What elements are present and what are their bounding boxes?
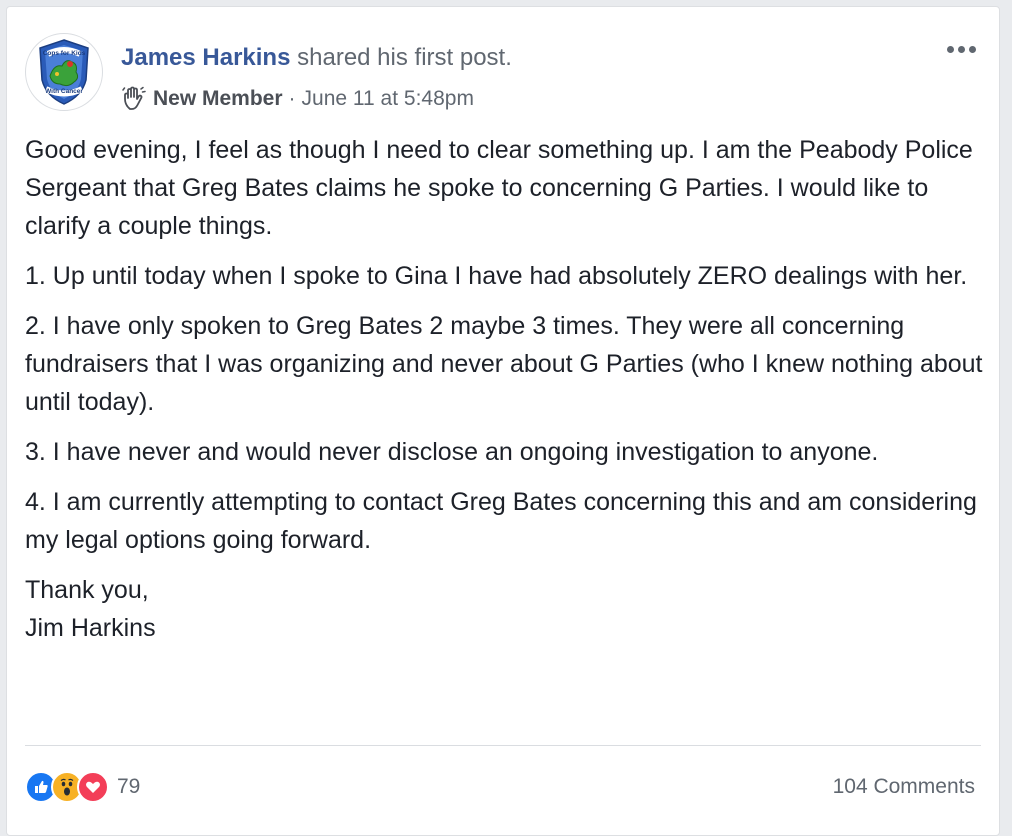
more-dot: [946, 45, 954, 53]
post-header: Cops for Kids With Cancer James Harkins …: [25, 33, 981, 117]
author-name-link[interactable]: James Harkins: [121, 44, 290, 71]
more-dot: [957, 45, 965, 53]
meta-separator: ·: [288, 87, 296, 110]
waving-hand-icon: [121, 86, 147, 112]
post-signoff-thanks: Thank you,: [25, 576, 149, 604]
more-options-button[interactable]: [941, 37, 981, 61]
author-avatar[interactable]: Cops for Kids With Cancer: [25, 33, 103, 111]
logo-text-top: Cops for Kids: [43, 50, 86, 57]
post-meta: New Member · June 11 at 5:48pm: [121, 85, 474, 113]
author-action-text: shared his first post.: [297, 44, 512, 71]
post-signoff-name: Jim Harkins: [25, 614, 156, 642]
reaction-count[interactable]: 79: [117, 775, 140, 799]
author-line: James Harkins shared his first post.: [121, 43, 512, 73]
post-paragraph: 4. I am currently attempting to contact …: [25, 488, 977, 554]
new-member-badge[interactable]: New Member: [153, 85, 283, 113]
post-paragraph: 2. I have only spoken to Greg Bates 2 ma…: [25, 312, 983, 416]
comments-count-link[interactable]: 104 Comments: [833, 775, 975, 799]
post-timestamp[interactable]: June 11 at 5:48pm: [302, 85, 474, 113]
more-dot: [968, 45, 976, 53]
logo-text-bottom: With Cancer: [45, 88, 83, 95]
love-icon: [77, 771, 109, 803]
post-paragraph: 3. I have never and would never disclose…: [25, 438, 879, 466]
post-body: Good evening, I feel as though I need to…: [25, 131, 985, 647]
post-paragraph: Good evening, I feel as though I need to…: [25, 136, 973, 240]
cops-for-kids-logo-icon: Cops for Kids With Cancer: [27, 35, 101, 109]
reactions-summary[interactable]: 79: [25, 771, 140, 803]
footer-divider: [25, 745, 981, 746]
post-card: Cops for Kids With Cancer James Harkins …: [6, 6, 1000, 836]
post-paragraph: 1. Up until today when I spoke to Gina I…: [25, 262, 968, 290]
